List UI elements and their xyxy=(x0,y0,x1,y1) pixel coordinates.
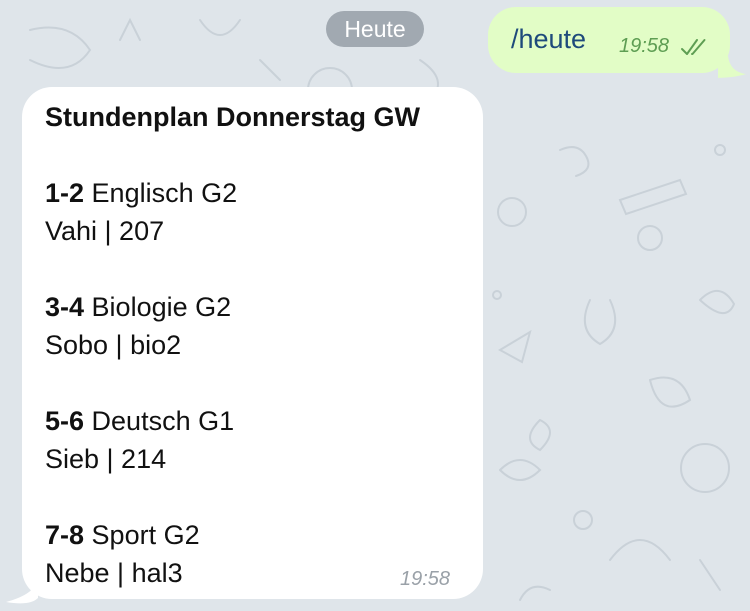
lesson-subject: Sport G2 xyxy=(91,520,200,550)
lesson-period: 3-4 xyxy=(45,292,85,322)
lesson-details: Sieb | 214 xyxy=(45,444,167,474)
lesson-details: Sobo | bio2 xyxy=(45,330,182,360)
lesson-subject: Deutsch G1 xyxy=(91,406,235,436)
outgoing-bubble-tail xyxy=(718,56,746,78)
lesson-subject: Biologie G2 xyxy=(91,292,232,322)
lesson-entry: 1-2 Englisch G2 Vahi | 207 xyxy=(45,174,465,250)
incoming-bubble-tail xyxy=(6,578,38,604)
lesson-period: 7-8 xyxy=(45,520,85,550)
date-divider: Heute xyxy=(326,11,424,47)
outgoing-message-time: 19:58 xyxy=(619,35,670,57)
message-title: Stundenplan Donnerstag GW xyxy=(45,102,420,132)
outgoing-message-bubble[interactable]: /heute 19:58 xyxy=(488,7,730,73)
lesson-period: 1-2 xyxy=(45,178,85,208)
double-check-read-icon xyxy=(681,39,706,55)
incoming-message-time: 19:58 xyxy=(400,568,451,590)
incoming-message-bubble[interactable]: Stundenplan Donnerstag GW 1-2 Englisch G… xyxy=(22,87,483,599)
outgoing-message-text: /heute xyxy=(511,24,587,54)
lesson-entry: 3-4 Biologie G2 Sobo | bio2 xyxy=(45,288,465,364)
lesson-entry: 5-6 Deutsch G1 Sieb | 214 xyxy=(45,402,465,478)
lesson-period: 5-6 xyxy=(45,406,85,436)
lesson-details: Vahi | 207 xyxy=(45,216,165,246)
lesson-subject: Englisch G2 xyxy=(91,178,238,208)
